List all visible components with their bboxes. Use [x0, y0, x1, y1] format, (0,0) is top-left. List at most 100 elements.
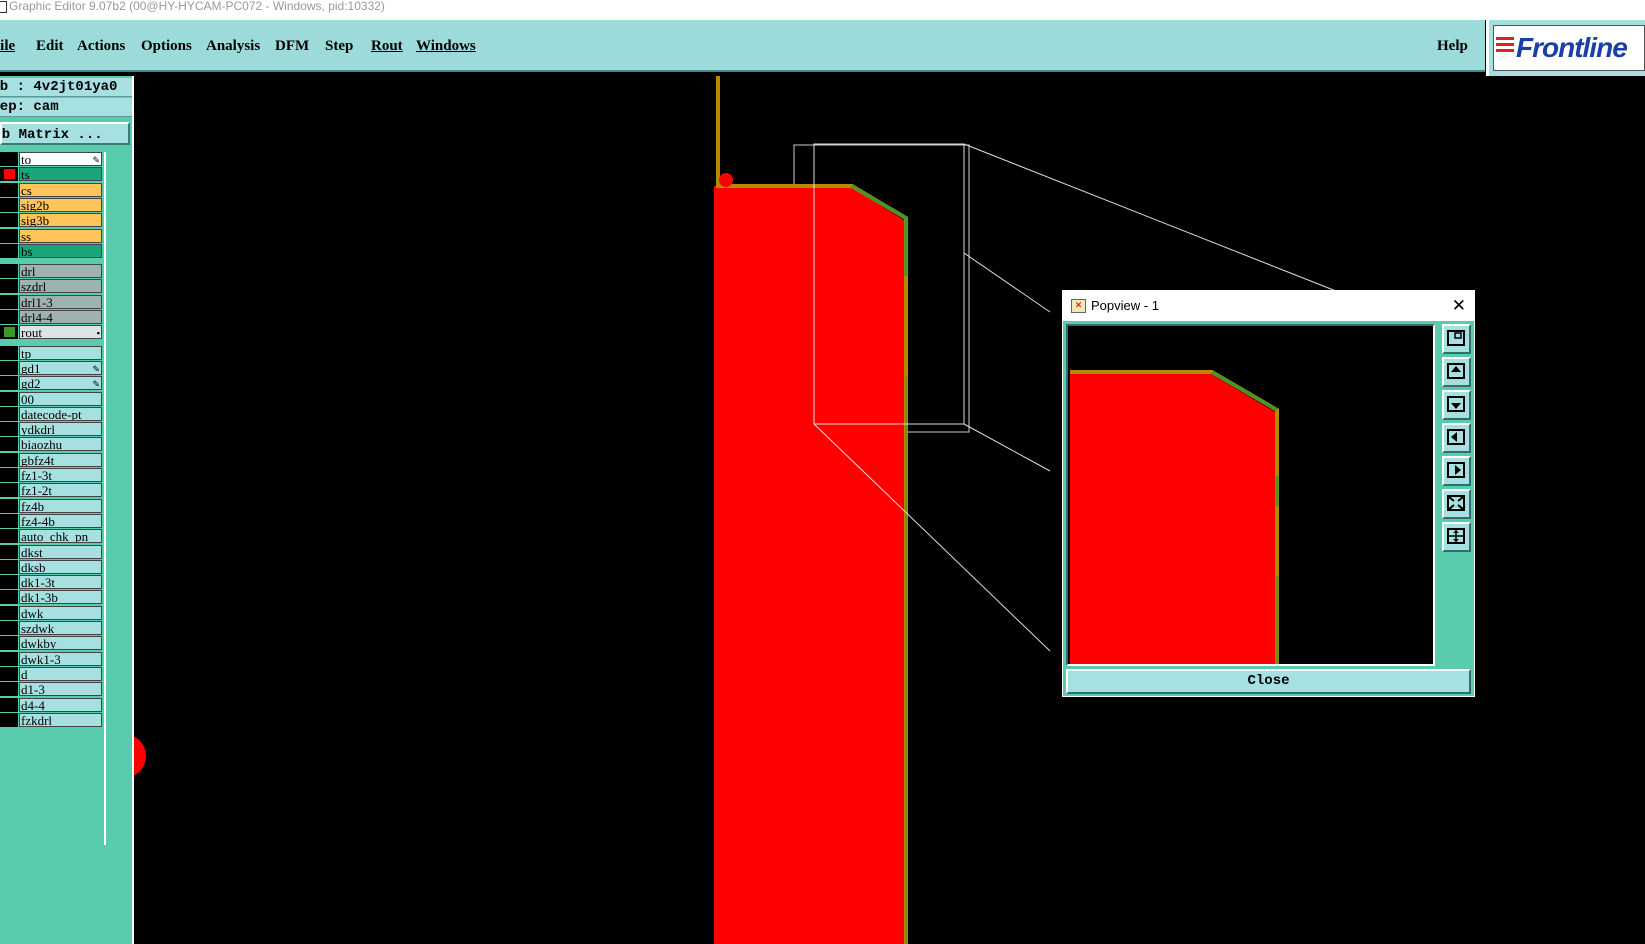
menu-file[interactable]: File — [0, 38, 15, 55]
layer-name[interactable]: rout ▪ — [19, 325, 102, 340]
layer-row-sig2b[interactable]: sig2b — [0, 197, 104, 212]
layer-status-swatch[interactable] — [0, 325, 18, 340]
layer-status-swatch[interactable] — [0, 452, 18, 467]
layer-row-biaozhu[interactable]: biaozhu — [0, 437, 104, 452]
menu-windows[interactable]: Windows — [416, 38, 476, 55]
layer-status-swatch[interactable] — [0, 498, 18, 513]
layer-row-drl4-4[interactable]: drl4-4 — [0, 310, 104, 324]
layer-name[interactable]: fzkdrl — [19, 712, 102, 727]
layer-name[interactable]: biaozhu — [19, 437, 102, 452]
layer-status-swatch[interactable] — [0, 213, 18, 228]
layer-status-swatch[interactable] — [0, 422, 18, 437]
layer-row-to[interactable]: to ✎ — [0, 152, 104, 166]
layer-status-swatch[interactable] — [0, 621, 18, 635]
layer-row-ts[interactable]: ts — [0, 167, 104, 182]
layer-name[interactable]: fz1-2t — [19, 483, 102, 498]
layer-row-ydkdrl[interactable]: ydkdrl — [0, 422, 104, 437]
layer-row-szdwk[interactable]: szdwk — [0, 621, 104, 635]
layer-row-fz4-4b[interactable]: fz4-4b — [0, 513, 104, 528]
layer-status-swatch[interactable] — [0, 294, 18, 309]
menu-help[interactable]: Help — [1437, 38, 1468, 55]
menu-step[interactable]: Step — [325, 38, 353, 55]
layer-row-tp[interactable]: tp — [0, 345, 104, 360]
layer-status-swatch[interactable] — [0, 264, 18, 279]
layer-name[interactable]: to ✎ — [19, 152, 102, 166]
layer-name[interactable]: fz1-3t — [19, 468, 102, 482]
layer-status-swatch[interactable] — [0, 666, 18, 681]
layer-name[interactable]: d1-3 — [19, 682, 102, 697]
menu-rout[interactable]: Rout — [371, 38, 403, 55]
layer-status-swatch[interactable] — [0, 228, 18, 243]
layer-row-d4-4[interactable]: d4-4 — [0, 697, 104, 712]
layer-name[interactable]: szdrl — [19, 279, 102, 294]
layer-status-swatch[interactable] — [0, 310, 18, 324]
layer-name[interactable]: cs — [19, 182, 102, 197]
popview-canvas[interactable] — [1066, 324, 1435, 666]
layer-row-fz4b[interactable]: fz4b — [0, 498, 104, 513]
layer-row-dwk1-3[interactable]: dwk1-3 — [0, 651, 104, 666]
layer-name[interactable]: dwkby — [19, 636, 102, 651]
pan-up-button[interactable] — [1442, 357, 1471, 387]
layer-status-swatch[interactable] — [0, 575, 18, 590]
layer-status-swatch[interactable] — [0, 605, 18, 620]
layer-row-szdrl[interactable]: szdrl — [0, 279, 104, 294]
layer-row-auto_chk_pn[interactable]: auto_chk_pn — [0, 529, 104, 544]
layer-name[interactable]: szdwk — [19, 621, 102, 635]
layer-row-gd2[interactable]: gd2 ✎ — [0, 376, 104, 391]
layer-status-swatch[interactable] — [0, 152, 18, 166]
layer-name[interactable]: drl1-3 — [19, 294, 102, 309]
layer-status-swatch[interactable] — [0, 243, 18, 258]
layer-status-swatch[interactable] — [0, 197, 18, 212]
layer-row-dwk[interactable]: dwk — [0, 605, 104, 620]
layer-status-swatch[interactable] — [0, 279, 18, 294]
layer-name[interactable]: fz4b — [19, 498, 102, 513]
menu-dfm[interactable]: DFM — [275, 38, 309, 55]
layer-status-swatch[interactable] — [0, 712, 18, 727]
layer-name[interactable]: dk1-3b — [19, 590, 102, 605]
layer-name[interactable]: auto_chk_pn — [19, 529, 102, 544]
layer-status-swatch[interactable] — [0, 590, 18, 605]
layer-row-fz1-2t[interactable]: fz1-2t — [0, 483, 104, 498]
layer-status-swatch[interactable] — [0, 406, 18, 421]
layer-row-gd1[interactable]: gd1 ✎ — [0, 360, 104, 375]
layer-name[interactable]: ss — [19, 228, 102, 243]
layer-status-swatch[interactable] — [0, 167, 18, 182]
layer-name[interactable]: dwk — [19, 605, 102, 620]
menu-analysis[interactable]: Analysis — [206, 38, 260, 55]
layer-row-dk1-3b[interactable]: dk1-3b — [0, 590, 104, 605]
layer-row-datecode-pt[interactable]: datecode-pt — [0, 406, 104, 421]
layer-status-swatch[interactable] — [0, 559, 18, 574]
layer-name[interactable]: gd2 ✎ — [19, 376, 102, 391]
layer-status-swatch[interactable] — [0, 513, 18, 528]
popview-titlebar[interactable]: ✕ Popview - 1 ✕ — [1063, 291, 1474, 321]
layer-status-swatch[interactable] — [0, 391, 18, 406]
layer-name[interactable]: gd1 ✎ — [19, 360, 102, 375]
layer-row-sig3b[interactable]: sig3b — [0, 213, 104, 228]
layer-name[interactable]: gbfz4t — [19, 452, 102, 467]
layer-status-swatch[interactable] — [0, 544, 18, 559]
layer-row-fz1-3t[interactable]: fz1-3t — [0, 468, 104, 482]
pan-left-button[interactable] — [1442, 423, 1471, 453]
layer-name[interactable]: ts — [19, 167, 102, 182]
layer-row-dkst[interactable]: dkst — [0, 544, 104, 559]
layer-row-gbfz4t[interactable]: gbfz4t — [0, 452, 104, 467]
layer-status-swatch[interactable] — [0, 345, 18, 360]
layer-status-swatch[interactable] — [0, 182, 18, 197]
layer-status-swatch[interactable] — [0, 682, 18, 697]
layer-row-dwkby[interactable]: dwkby — [0, 636, 104, 651]
layer-name[interactable]: drl4-4 — [19, 310, 102, 324]
zoom-out-button[interactable] — [1442, 522, 1471, 552]
layer-name[interactable]: drl — [19, 264, 102, 279]
layer-name[interactable]: tp — [19, 345, 102, 360]
layer-status-swatch[interactable] — [0, 360, 18, 375]
layer-name[interactable]: sig2b — [19, 197, 102, 212]
layer-name[interactable]: datecode-pt — [19, 406, 102, 421]
layer-name[interactable]: 00 — [19, 391, 102, 406]
layer-row-d1-3[interactable]: d1-3 — [0, 682, 104, 697]
close-icon[interactable]: ✕ — [1452, 291, 1466, 321]
layer-name[interactable]: dwk1-3 — [19, 651, 102, 666]
layer-status-swatch[interactable] — [0, 437, 18, 452]
layer-name[interactable]: dk1-3t — [19, 575, 102, 590]
layer-name[interactable]: d4-4 — [19, 697, 102, 712]
layer-row-00[interactable]: 00 — [0, 391, 104, 406]
